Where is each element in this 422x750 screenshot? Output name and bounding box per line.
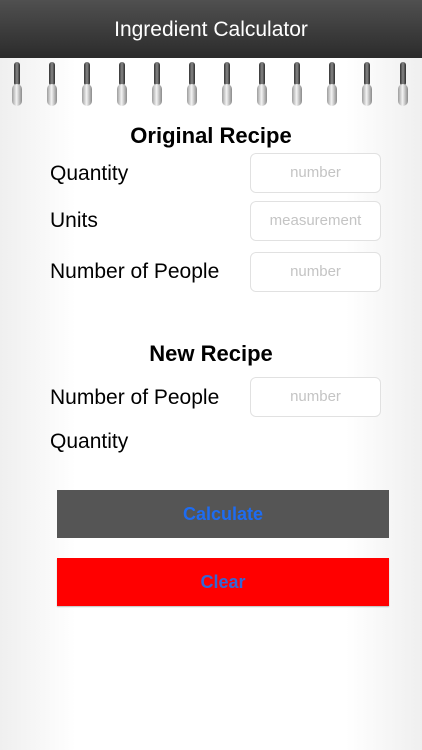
new-people-label: Number of People: [50, 386, 220, 409]
clear-button[interactable]: Clear: [57, 558, 389, 606]
spiral-ring-icon: [360, 58, 374, 110]
spiral-ring-icon: [10, 58, 24, 110]
original-people-input[interactable]: number: [250, 252, 381, 292]
original-people-label: Number of People: [50, 260, 220, 283]
new-quantity-label: Quantity: [50, 430, 129, 453]
spiral-ring-icon: [185, 58, 199, 110]
spiral-ring-icon: [255, 58, 269, 110]
spiral-ring-icon: [396, 58, 410, 110]
spiral-ring-icon: [45, 58, 59, 110]
nav-bar: Ingredient Calculator: [0, 0, 422, 58]
spiral-ring-icon: [150, 58, 164, 110]
original-quantity-input[interactable]: number: [250, 153, 381, 193]
notebook-spiral: [0, 58, 422, 110]
new-recipe-heading: New Recipe: [149, 341, 273, 366]
spiral-ring-icon: [115, 58, 129, 110]
spiral-ring-icon: [325, 58, 339, 110]
new-people-input[interactable]: number: [250, 377, 381, 417]
app-title: Ingredient Calculator: [114, 18, 308, 41]
original-units-input[interactable]: measurement: [250, 201, 381, 241]
calculate-button[interactable]: Calculate: [57, 490, 389, 538]
spiral-ring-icon: [290, 58, 304, 110]
original-quantity-label: Quantity: [50, 162, 129, 185]
spiral-ring-icon: [220, 58, 234, 110]
original-recipe-heading: Original Recipe: [130, 123, 292, 148]
spiral-ring-icon: [80, 58, 94, 110]
original-units-label: Units: [50, 209, 98, 232]
